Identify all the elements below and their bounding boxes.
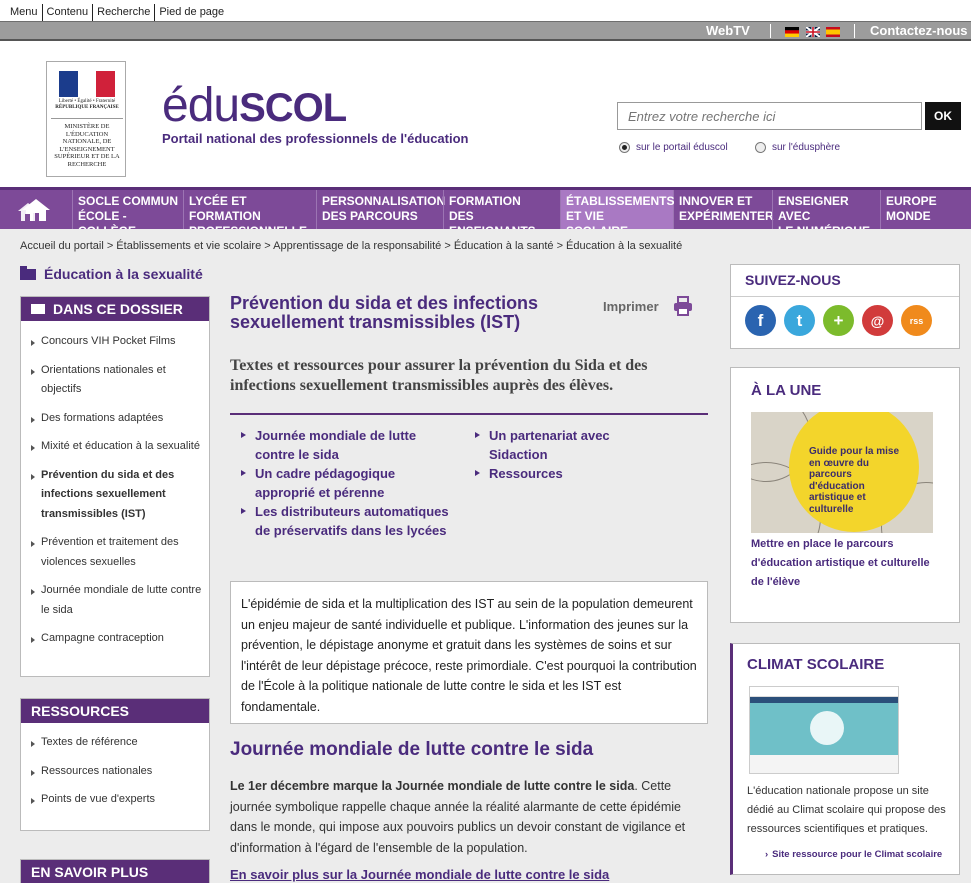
radio-edusphere[interactable]: sur l'édusphère xyxy=(755,142,840,153)
webtv-link[interactable]: WebTV xyxy=(706,22,750,40)
skip-link-search[interactable]: Recherche xyxy=(93,4,156,21)
ministry-logo-text: MINISTÈRE DE L'ÉDUCATION NATIONALE, DE L… xyxy=(51,118,123,176)
dossier-item[interactable]: Campagne contraception xyxy=(21,624,209,653)
dossier-item[interactable]: Journée mondiale de lutte contre le sida xyxy=(21,576,209,624)
section-heading: Journée mondiale de lutte contre le sida xyxy=(230,739,594,760)
nav-tab-formation[interactable]: FORMATIONDES ENSEIGNANTS xyxy=(443,190,560,238)
more-box: EN SAVOIR PLUS xyxy=(20,859,210,883)
facebook-icon[interactable]: f xyxy=(745,305,776,336)
radio-selected-icon xyxy=(619,142,630,153)
home-icon[interactable] xyxy=(0,190,72,229)
resources-header: RESSOURCES xyxy=(21,699,209,723)
contact-link[interactable]: Contactez-nous xyxy=(870,22,968,40)
rss-icon[interactable]: rss xyxy=(901,305,932,336)
intro-box: L'épidémie de sida et la multiplication … xyxy=(230,581,708,724)
twitter-icon[interactable]: t xyxy=(784,305,815,336)
more-header: EN SAVOIR PLUS xyxy=(21,860,209,883)
dossier-box: DANS CE DOSSIER Concours VIH Pocket Film… xyxy=(20,296,210,677)
nav-tab-innover[interactable]: INNOVER ET EXPÉRIMENTER xyxy=(673,190,774,229)
marianne-icon xyxy=(59,71,116,97)
dossier-header: DANS CE DOSSIER xyxy=(21,297,209,321)
nav-tab-etablissements[interactable]: ÉTABLISSEMENTSET VIE SCOLAIRE xyxy=(560,190,674,238)
toc-link[interactable]: Un partenariat avec Sidaction xyxy=(475,426,655,464)
resources-box: RESSOURCES Textes de référence Ressource… xyxy=(20,698,210,831)
nav-tab-numerique[interactable]: ENSEIGNER AVECLE NUMÉRIQUE xyxy=(772,190,880,238)
toc-link[interactable]: Un cadre pédagogique approprié et pérenn… xyxy=(241,464,451,502)
eduscol-logo[interactable]: éduSCOL xyxy=(162,82,347,132)
resources-item[interactable]: Textes de référence xyxy=(21,728,209,757)
utility-separator xyxy=(770,24,771,38)
toc-left: Journée mondiale de lutte contre le sida… xyxy=(241,426,451,540)
utility-separator xyxy=(854,24,855,38)
toc-divider xyxy=(230,413,708,415)
resources-item[interactable]: Points de vue d'experts xyxy=(21,785,209,814)
ministry-logo-rf: Liberté • Égalité • Fraternité RÉPUBLIQU… xyxy=(55,99,119,110)
dossier-item[interactable]: Des formations adaptées xyxy=(21,404,209,433)
folder-icon xyxy=(31,304,45,314)
de-flag-icon[interactable] xyxy=(785,26,799,37)
print-button[interactable]: Imprimer xyxy=(603,296,693,316)
plus-icon[interactable]: + xyxy=(823,305,854,336)
uk-flag-icon[interactable] xyxy=(805,26,821,38)
climat-text: L'éducation nationale propose un site dé… xyxy=(747,785,946,835)
ministry-logo[interactable]: Liberté • Égalité • Fraternité RÉPUBLIQU… xyxy=(46,61,126,177)
skip-links: Menu Contenu Recherche Pied de page xyxy=(6,4,228,21)
toc-link[interactable]: Ressources xyxy=(475,464,655,483)
search-button[interactable]: OK xyxy=(925,102,961,130)
toc-right: Un partenariat avec Sidaction Ressources xyxy=(475,426,655,483)
follow-title: SUIVEZ-NOUS xyxy=(745,272,841,288)
une-image[interactable]: Guide pour la mise en œuvre du parcours … xyxy=(751,412,933,533)
climat-link[interactable]: › Site ressource pour le Climat scolaire xyxy=(765,849,942,860)
section-title: Éducation à la sexualité xyxy=(20,265,203,282)
nav-tab-socle-commun[interactable]: SOCLE COMMUNÉCOLE - COLLÈGE xyxy=(72,190,183,238)
climat-screenshot-image[interactable] xyxy=(749,686,899,774)
skip-link-footer[interactable]: Pied de page xyxy=(155,4,228,21)
dossier-item[interactable]: Prévention et traitement des violences s… xyxy=(21,528,209,576)
folder-icon xyxy=(20,265,36,280)
printer-icon xyxy=(673,296,692,316)
nav-tab-europe-monde[interactable]: EUROPE MONDE xyxy=(880,190,971,229)
utility-bar: WebTV Contactez-nous xyxy=(0,21,971,41)
skip-link-content[interactable]: Contenu xyxy=(43,4,94,21)
breadcrumb[interactable]: Accueil du portail > Établissements et v… xyxy=(20,240,682,252)
email-icon[interactable]: @ xyxy=(862,305,893,336)
radio-portal[interactable]: sur le portail éduscol xyxy=(619,142,728,153)
search-input[interactable] xyxy=(617,102,922,130)
dossier-item-current[interactable]: Prévention du sida et des infections sex… xyxy=(21,461,209,529)
skip-link-menu[interactable]: Menu xyxy=(6,4,43,21)
main-nav: SOCLE COMMUNÉCOLE - COLLÈGE LYCÉE ET FOR… xyxy=(0,187,971,238)
dossier-item[interactable]: Orientations nationales et objectifs xyxy=(21,356,209,404)
dossier-item[interactable]: Mixité et éducation à la sexualité xyxy=(21,432,209,461)
nav-tab-lycee[interactable]: LYCÉE ET FORMATIONPROFESSIONNELLE xyxy=(183,190,316,238)
une-link[interactable]: Mettre en place le parcours d'éducation … xyxy=(751,535,941,592)
radio-unselected-icon xyxy=(755,142,766,153)
climat-box: CLIMAT SCOLAIRE L'éducation nationale pr… xyxy=(730,643,960,875)
une-title: À LA UNE xyxy=(751,382,822,399)
toc-link[interactable]: Journée mondiale de lutte contre le sida xyxy=(241,426,451,464)
nav-tab-personnalisation[interactable]: PERSONNALISATION DES PARCOURS xyxy=(316,190,445,229)
section-body: Le 1er décembre marque la Journée mondia… xyxy=(230,779,686,855)
dossier-item[interactable]: Concours VIH Pocket Films xyxy=(21,327,209,356)
article-lead: Textes et ressources pour assurer la pré… xyxy=(230,357,648,394)
article-title: Prévention du sida et des infections sex… xyxy=(230,293,539,332)
climat-title: CLIMAT SCOLAIRE xyxy=(747,656,885,673)
site-tagline: Portail national des professionnels de l… xyxy=(162,131,469,146)
follow-box: SUIVEZ-NOUS f t + @ rss xyxy=(730,264,960,349)
more-info-link[interactable]: En savoir plus sur la Journée mondiale d… xyxy=(230,867,609,882)
une-box: À LA UNE Guide pour la mise en œuvre du … xyxy=(730,367,960,623)
une-image-caption: Guide pour la mise en œuvre du parcours … xyxy=(809,446,900,515)
es-flag-icon[interactable] xyxy=(826,26,840,37)
toc-link[interactable]: Les distributeurs automatiques de préser… xyxy=(241,502,451,540)
resources-item[interactable]: Ressources nationales xyxy=(21,757,209,786)
